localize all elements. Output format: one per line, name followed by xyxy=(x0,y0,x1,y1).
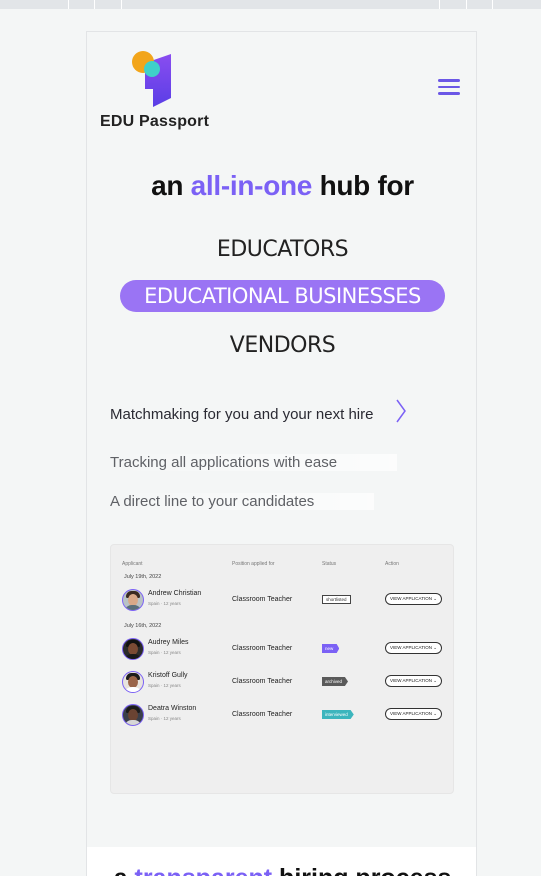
passport-logo-icon xyxy=(132,51,171,107)
feature-direct-line[interactable]: A direct line to your candidates xyxy=(110,493,375,510)
view-application-button[interactable]: VIEW APPLICATION ⌄ xyxy=(385,593,442,605)
avatar xyxy=(122,638,144,660)
status-badge: interviewed xyxy=(322,710,354,719)
feature-tracking[interactable]: Tracking all applications with ease xyxy=(110,454,398,471)
role-educational-businesses[interactable]: EDUCATIONAL BUSINESSES xyxy=(120,280,445,312)
hero-post: hub for xyxy=(319,170,415,201)
strip-divider xyxy=(492,0,493,9)
strip-divider xyxy=(466,0,467,9)
status-badge: archived xyxy=(322,677,349,686)
applicant-name: Deatra Winston xyxy=(148,705,197,712)
next-section: a transparent hiring process xyxy=(87,847,476,876)
hamburger-icon[interactable] xyxy=(438,79,460,97)
view-application-button[interactable]: VIEW APPLICATION ⌄ xyxy=(385,708,442,720)
strip-divider xyxy=(439,0,440,9)
applications-preview: Applicant Position applied for Status Ac… xyxy=(110,544,454,794)
table-row: Andrew Christian Spain · 12 years Classr… xyxy=(122,587,444,613)
strip-divider xyxy=(68,0,69,9)
hero-heading: an all-in-one hub for xyxy=(87,170,476,202)
brand-name: EDU Passport xyxy=(100,113,210,130)
table-row: Deatra Winston Spain · 12 years Classroo… xyxy=(122,702,444,728)
mobile-page-frame: EDU Passport an all-in-one hub for EDUCA… xyxy=(86,31,477,876)
applicant-meta: Spain · 12 years xyxy=(148,601,181,606)
applicant-meta: Spain · 12 years xyxy=(148,683,181,688)
view-application-button[interactable]: VIEW APPLICATION ⌄ xyxy=(385,675,442,687)
applicant-position: Classroom Teacher xyxy=(232,645,293,652)
applicant-name: Kristoff Gully xyxy=(148,672,188,679)
strip-divider xyxy=(121,0,122,9)
applicant-position: Classroom Teacher xyxy=(232,711,293,718)
status-badge: new xyxy=(322,644,340,653)
view-application-button[interactable]: VIEW APPLICATION ⌄ xyxy=(385,642,442,654)
section-heading: a transparent hiring process xyxy=(87,864,476,876)
col-applicant: Applicant xyxy=(122,561,143,567)
hero-accent: all-in-one xyxy=(190,170,313,201)
applicant-meta: Spain · 12 years xyxy=(148,650,181,655)
applicant-position: Classroom Teacher xyxy=(232,678,293,685)
avatar xyxy=(122,589,144,611)
brand-logo[interactable]: EDU Passport xyxy=(100,51,210,131)
chevron-right-icon[interactable] xyxy=(394,398,408,424)
applicant-name: Andrew Christian xyxy=(148,590,202,597)
group-date: July 16th, 2022 xyxy=(124,623,162,629)
col-position: Position applied for xyxy=(232,561,275,567)
role-educators[interactable]: EDUCATORS xyxy=(87,237,476,262)
role-educational-businesses-wrap: EDUCATIONAL BUSINESSES xyxy=(87,280,476,312)
group-date: July 19th, 2022 xyxy=(124,574,162,580)
strip-divider xyxy=(94,0,95,9)
applicant-name: Audrey Miles xyxy=(148,639,189,646)
section-heading-pre: a xyxy=(114,864,128,876)
col-action: Action xyxy=(385,561,399,567)
browser-top-strip xyxy=(0,0,541,9)
table-row: Audrey Miles Spain · 12 years Classroom … xyxy=(122,636,444,662)
applicant-meta: Spain · 12 years xyxy=(148,716,181,721)
role-vendors[interactable]: VENDORS xyxy=(87,333,476,358)
section-heading-accent: transparent xyxy=(135,864,273,876)
hero-pre: an xyxy=(151,170,184,201)
table-row: Kristoff Gully Spain · 12 years Classroo… xyxy=(122,669,444,695)
avatar xyxy=(122,671,144,693)
section-heading-post: hiring process xyxy=(279,864,451,876)
applicant-position: Classroom Teacher xyxy=(232,596,293,603)
avatar xyxy=(122,704,144,726)
status-badge: shortlisted xyxy=(322,595,351,604)
feature-matchmaking[interactable]: Matchmaking for you and your next hire xyxy=(110,406,373,423)
col-status: Status xyxy=(322,561,337,567)
